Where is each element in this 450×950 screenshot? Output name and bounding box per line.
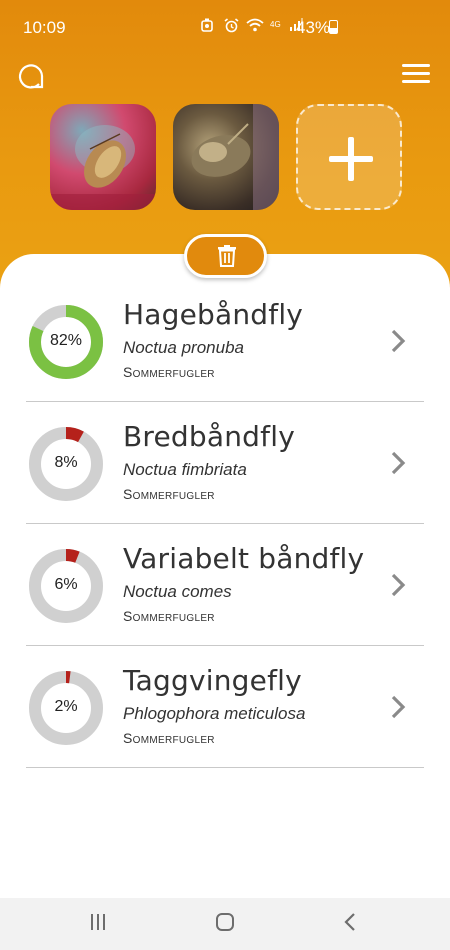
species-common-name: Hagebåndfly — [123, 298, 304, 331]
photo-thumbnail-1[interactable] — [50, 104, 156, 210]
notification-icon — [198, 16, 216, 34]
species-latin-name: Noctua comes — [123, 582, 232, 601]
photo-thumbnail-2[interactable] — [173, 104, 279, 210]
result-list-item[interactable]: 8% Bredbåndfly Noctua fimbriata Sommerfugle… — [26, 402, 424, 524]
battery-icon — [329, 20, 338, 34]
status-icons: 4G — [198, 16, 305, 34]
chevron-path — [391, 329, 406, 353]
back-icon[interactable] — [343, 912, 357, 932]
hamburger-menu-icon[interactable] — [402, 64, 430, 84]
species-category: Sommerfugler — [123, 486, 215, 502]
result-list-item[interactable]: 82% Hagebåndfly Noctua pronuba Sommerfugler — [26, 280, 424, 402]
species-category: Sommerfugler — [123, 608, 215, 624]
species-common-name: Bredbåndfly — [123, 420, 295, 453]
species-latin-name: Phlogophora meticulosa — [123, 704, 306, 723]
home-icon[interactable] — [216, 913, 234, 931]
circle-logo-icon[interactable] — [17, 62, 45, 90]
chevron-right-icon[interactable] — [388, 570, 408, 600]
recents-icon[interactable] — [91, 914, 109, 932]
species-category: Sommerfugler — [123, 364, 215, 380]
status-bar: 10:09 4G 43% — [0, 0, 450, 54]
status-time: 10:09 — [23, 18, 66, 37]
species-common-name: Variabelt båndfly — [123, 542, 365, 575]
confidence-percent: 2% — [54, 698, 78, 715]
confidence-percent: 82% — [49, 332, 83, 349]
chevron-path — [391, 573, 406, 597]
plus-icon-vertical — [348, 137, 354, 181]
chevron-right-icon[interactable] — [388, 448, 408, 478]
add-photo-button[interactable] — [296, 104, 402, 210]
alarm-icon — [222, 16, 240, 34]
species-latin-name: Noctua fimbriata — [123, 460, 247, 479]
moth-photo-icon — [50, 125, 156, 210]
trash-icon — [218, 245, 236, 267]
confidence-percent: 8% — [54, 454, 78, 471]
result-list-item[interactable]: 2% Taggvingefly Phlogophora meticulosa Somm… — [26, 646, 424, 768]
result-list-item[interactable]: 6% Variabelt båndfly Noctua comes Sommerfug… — [26, 524, 424, 646]
battery-percent: 43% — [296, 18, 331, 37]
chevron-right-icon[interactable] — [388, 326, 408, 356]
moth-photo-icon — [191, 104, 279, 210]
network-label: 4G — [270, 20, 281, 29]
delete-button[interactable] — [184, 234, 267, 278]
species-common-name: Taggvingefly — [123, 664, 302, 697]
navigation-bar — [0, 898, 450, 950]
confidence-percent: 6% — [54, 576, 78, 593]
species-latin-name: Noctua pronuba — [123, 338, 244, 357]
species-category: Sommerfugler — [123, 730, 215, 746]
chevron-path — [391, 451, 406, 475]
wifi-icon — [246, 16, 264, 34]
chevron-right-icon[interactable] — [388, 692, 408, 722]
chevron-path — [391, 695, 406, 719]
